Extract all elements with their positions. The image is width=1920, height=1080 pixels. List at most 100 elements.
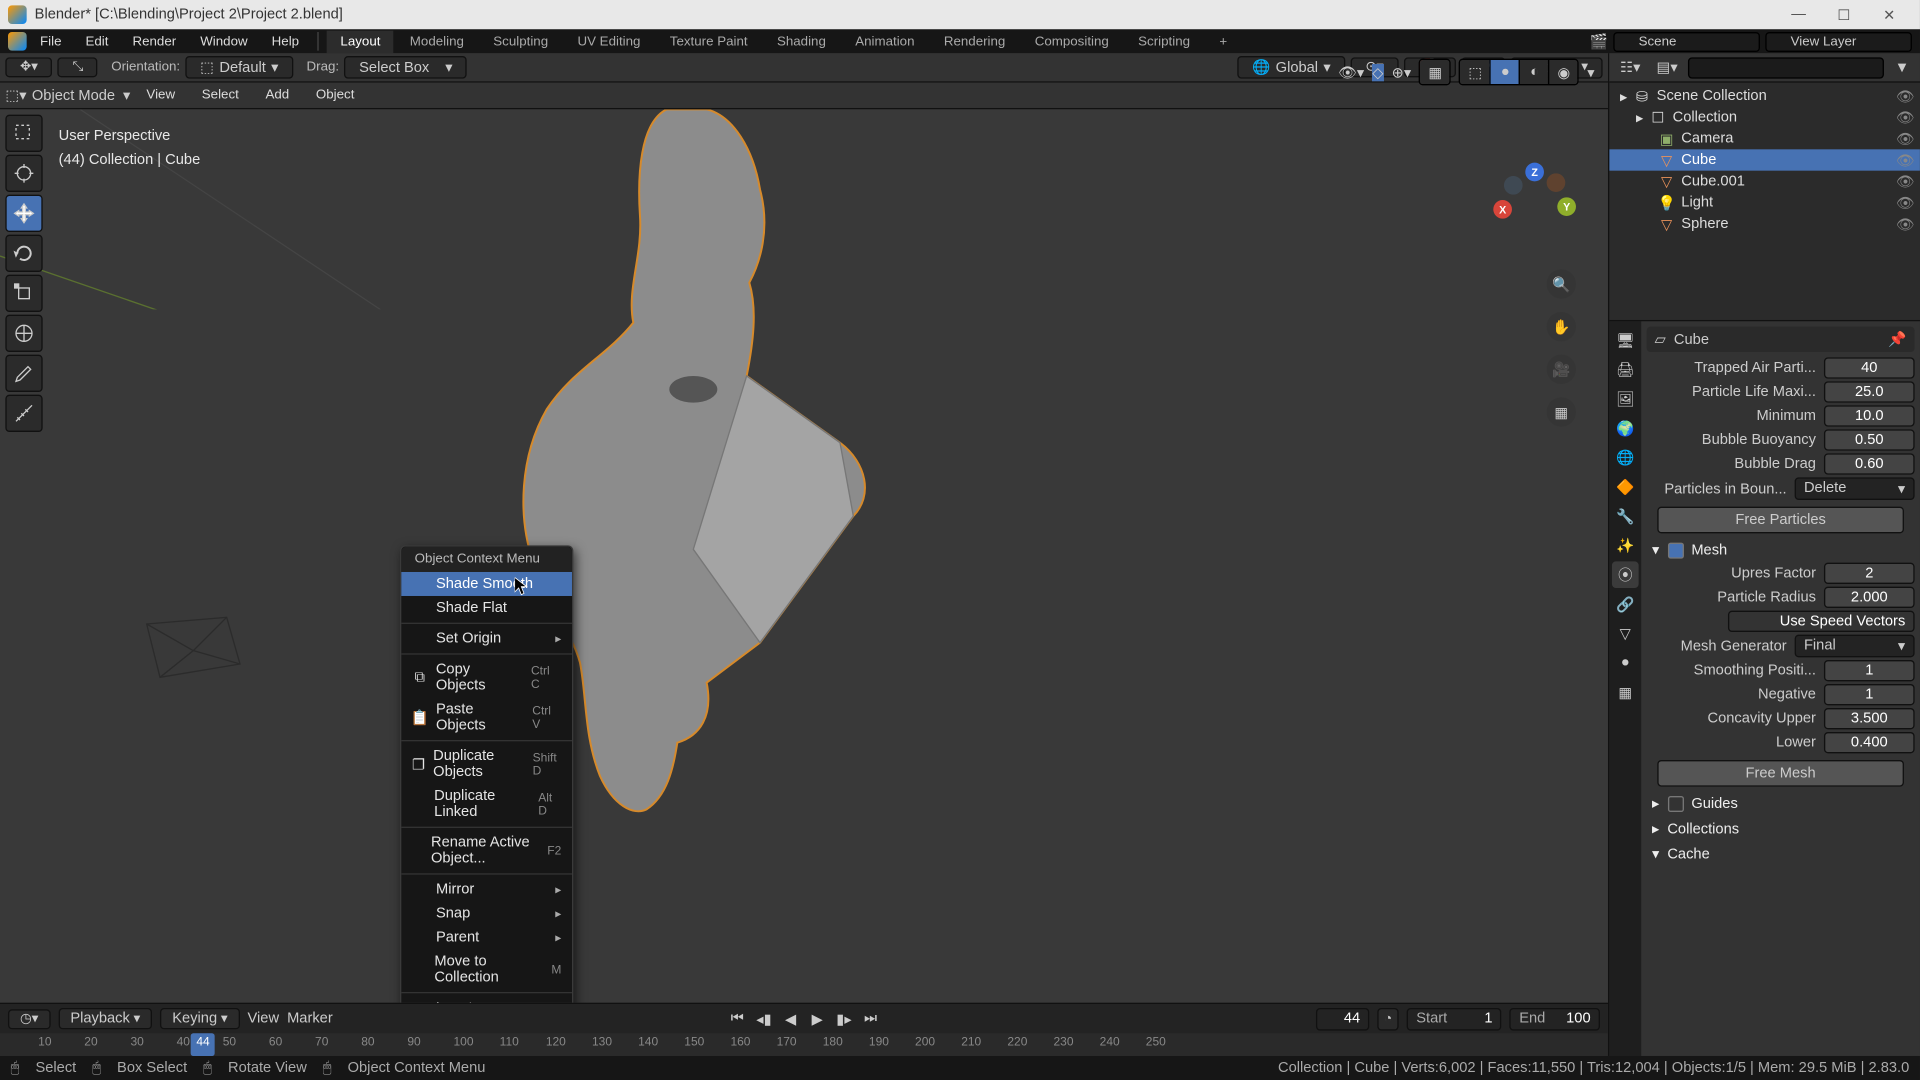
transform-space-dd[interactable]: 🌐Global▾ xyxy=(1237,56,1345,79)
disclosure-icon[interactable]: ▸ xyxy=(1636,109,1643,126)
prop-value[interactable]: 10.0 xyxy=(1824,405,1915,426)
workspace-rendering[interactable]: Rendering xyxy=(930,30,1018,53)
timeline-marker[interactable]: Marker xyxy=(287,1011,333,1027)
pan-icon[interactable]: ✋ xyxy=(1547,312,1576,341)
workspace-animation[interactable]: Animation xyxy=(842,30,928,53)
prev-key[interactable]: ◂▮ xyxy=(752,1008,776,1029)
shading-matprev[interactable]: ◐ xyxy=(1519,60,1548,84)
navigation-gizmo[interactable]: Z Y X xyxy=(1491,163,1576,248)
eye-icon[interactable]: 👁 xyxy=(1896,130,1915,147)
workspace-uv[interactable]: UV Editing xyxy=(564,30,654,53)
tab-object[interactable]: 🔶 xyxy=(1612,473,1639,500)
prop-value[interactable]: 2 xyxy=(1824,563,1915,584)
eye-icon[interactable]: 👁 xyxy=(1896,173,1915,190)
prop-value[interactable]: 0.60 xyxy=(1824,453,1915,474)
object-menu[interactable]: Object xyxy=(305,85,365,105)
tab-viewlayer[interactable]: 🖼 xyxy=(1612,385,1639,412)
timeline-ruler[interactable]: 1020304050607080901001101201301401501601… xyxy=(0,1033,1608,1056)
maximize-button[interactable]: ☐ xyxy=(1821,1,1866,28)
move-tool[interactable] xyxy=(5,195,42,232)
tab-world[interactable]: 🌐 xyxy=(1612,444,1639,471)
cursor-tool[interactable] xyxy=(5,155,42,192)
tab-physics[interactable]: ⦿ xyxy=(1612,561,1639,588)
prop-value[interactable]: 25.0 xyxy=(1824,381,1915,402)
ctx-duplicate-objects[interactable]: ❐Duplicate ObjectsShift D xyxy=(401,744,572,784)
menu-file[interactable]: File xyxy=(29,31,72,51)
measure-tool[interactable] xyxy=(5,395,42,432)
particles-bound-dd[interactable]: Delete▾ xyxy=(1795,477,1915,500)
prop-value[interactable]: 2.000 xyxy=(1824,587,1915,608)
menu-render[interactable]: Render xyxy=(122,31,187,51)
play-reverse[interactable]: ◀ xyxy=(779,1008,803,1029)
select-menu[interactable]: Select xyxy=(191,85,249,105)
tab-constraints[interactable]: 🔗 xyxy=(1612,591,1639,618)
autokey-toggle[interactable]: ◔ xyxy=(1377,1007,1398,1030)
shading-rendered[interactable]: ◉ xyxy=(1549,60,1578,84)
minimize-button[interactable]: — xyxy=(1776,1,1821,28)
prop-value[interactable]: 0.400 xyxy=(1824,732,1915,753)
free-mesh-button[interactable]: Free Mesh xyxy=(1657,760,1904,787)
gizmo-toggle[interactable]: ◇ xyxy=(1372,63,1383,80)
speed-vectors-toggle[interactable]: Use Speed Vectors xyxy=(1728,611,1915,632)
pin-icon[interactable]: 📌 xyxy=(1888,331,1906,348)
shading-wire[interactable]: ⬚ xyxy=(1461,60,1490,84)
rotate-tool[interactable] xyxy=(5,235,42,272)
visibility-dd[interactable]: 👁▾ xyxy=(1338,63,1364,80)
ctx-shade-smooth[interactable]: Shade Smooth xyxy=(401,572,572,596)
guides-checkbox[interactable] xyxy=(1667,795,1683,811)
outliner-row[interactable]: 💡Light👁 xyxy=(1609,192,1920,213)
outliner-row[interactable]: ▣Camera👁 xyxy=(1609,128,1920,149)
cache-section[interactable]: ▾Cache xyxy=(1652,845,1915,862)
prop-value[interactable]: 1 xyxy=(1824,684,1915,705)
move-tool-dd[interactable]: ⤡ xyxy=(58,57,98,77)
close-button[interactable]: ✕ xyxy=(1867,1,1912,28)
prop-value[interactable]: 1 xyxy=(1824,660,1915,681)
eye-icon[interactable]: 👁 xyxy=(1896,215,1915,232)
tab-texture[interactable]: ▦ xyxy=(1612,679,1639,706)
outliner-editor-dd[interactable]: ☷▾ xyxy=(1615,57,1646,77)
ctx-parent[interactable]: Parent xyxy=(401,925,572,949)
current-frame-field[interactable]: 44 xyxy=(1316,1007,1369,1030)
current-frame-marker[interactable]: 44 xyxy=(191,1033,215,1056)
workspace-texture[interactable]: Texture Paint xyxy=(656,30,760,53)
workspace-add[interactable]: + xyxy=(1206,30,1240,53)
ctx-insert-keyframe-[interactable]: Insert Keyframe...I xyxy=(401,996,572,1003)
scale-tool[interactable] xyxy=(5,275,42,312)
mesh-generator-dd[interactable]: Final▾ xyxy=(1795,635,1915,658)
mode-dd[interactable]: Object Mode▾ xyxy=(32,87,131,104)
collections-section[interactable]: ▸Collections xyxy=(1652,820,1915,837)
transform-tool[interactable] xyxy=(5,315,42,352)
tab-mesh[interactable]: ▽ xyxy=(1612,620,1639,647)
shading-solid[interactable]: ● xyxy=(1490,60,1519,84)
ctx-duplicate-linked[interactable]: Duplicate LinkedAlt D xyxy=(401,784,572,824)
play[interactable]: ▶ xyxy=(805,1008,829,1029)
outliner-row[interactable]: ▽Cube👁 xyxy=(1609,149,1920,170)
outliner-row[interactable]: ▸⛁Scene Collection👁 xyxy=(1609,85,1920,106)
outliner-row[interactable]: ▽Sphere👁 xyxy=(1609,213,1920,234)
add-menu[interactable]: Add xyxy=(255,85,300,105)
3d-viewport[interactable]: User Perspective (44) Collection | Cube … xyxy=(0,109,1608,1002)
timeline-editor-dd[interactable]: ◷▾ xyxy=(8,1009,50,1029)
eye-icon[interactable]: 👁 xyxy=(1896,87,1915,104)
view-menu[interactable]: View xyxy=(136,85,186,105)
tab-material[interactable]: ● xyxy=(1612,649,1639,676)
start-frame-field[interactable]: Start1 xyxy=(1407,1007,1502,1030)
ctx-set-origin[interactable]: Set Origin xyxy=(401,627,572,651)
xray-toggle[interactable]: ▦ xyxy=(1421,60,1450,84)
axis-z[interactable]: Z xyxy=(1525,163,1544,182)
prop-value[interactable]: 0.50 xyxy=(1824,429,1915,450)
orientation-dd[interactable]: ⬚Default▾ xyxy=(185,56,293,79)
outliner-row[interactable]: ▸☐Collection👁 xyxy=(1609,107,1920,128)
disclosure-icon[interactable]: ▸ xyxy=(1620,87,1627,104)
shading-dd[interactable]: ▾ xyxy=(1587,63,1594,80)
ctx-copy-objects[interactable]: ⧉Copy ObjectsCtrl C xyxy=(401,657,572,697)
end-frame-field[interactable]: End100 xyxy=(1510,1007,1600,1030)
outliner-row[interactable]: ▽Cube.001👁 xyxy=(1609,171,1920,192)
prop-value[interactable]: 40 xyxy=(1824,357,1915,378)
workspace-compositing[interactable]: Compositing xyxy=(1021,30,1122,53)
ctx-mirror[interactable]: Mirror xyxy=(401,877,572,901)
ortho-icon[interactable]: ▦ xyxy=(1547,397,1576,426)
playback-dd[interactable]: Playback ▾ xyxy=(58,1008,152,1029)
free-particles-button[interactable]: Free Particles xyxy=(1657,507,1904,534)
tab-scene[interactable]: 🌍 xyxy=(1612,415,1639,442)
